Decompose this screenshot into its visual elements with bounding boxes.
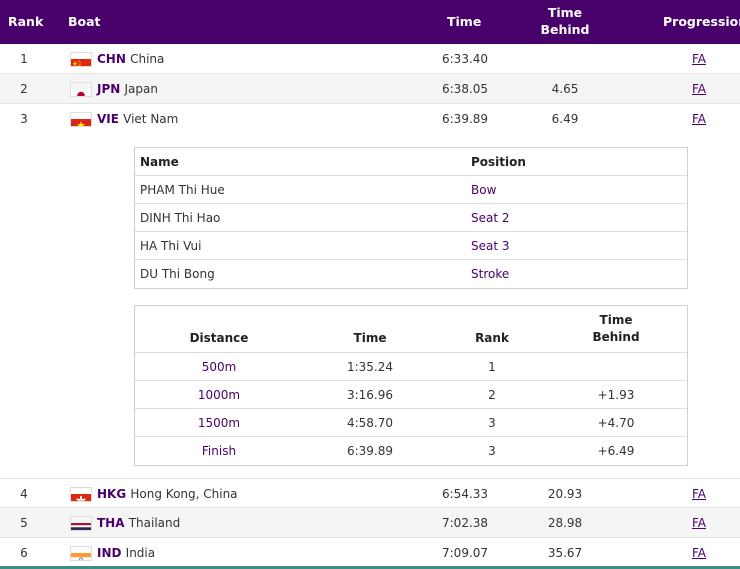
split-time: 3:16.96 xyxy=(346,388,394,402)
splits-header-row: Distance Time Rank Time Behind xyxy=(135,306,687,353)
rank-cell: 3 xyxy=(20,112,28,126)
time-behind-cell: 28.98 xyxy=(547,516,583,530)
hong-kong-flag-icon xyxy=(70,487,92,502)
country-name: Japan xyxy=(124,82,158,96)
result-row-1[interactable]: 1 CHN China 6:33.40 FA xyxy=(0,44,740,74)
time-cell: 6:38.05 xyxy=(442,82,489,96)
time-column-header: Time xyxy=(447,14,482,29)
split-rank: 3 xyxy=(488,416,496,430)
crew-row: DU Thi Bong Stroke xyxy=(135,260,687,288)
crew-member-position: Stroke xyxy=(471,267,510,281)
time-behind-cell: 20.93 xyxy=(547,487,583,501)
japan-flag-icon xyxy=(70,82,92,97)
country-name: Thailand xyxy=(128,516,181,530)
expanded-boat-details: Name Position PHAM Thi Hue Bow DINH Thi … xyxy=(0,133,740,479)
split-behind-header: Time Behind xyxy=(555,312,677,346)
time-behind-header-line1: Time xyxy=(547,5,583,20)
split-behind-header-line1: Time xyxy=(599,313,633,327)
result-row-2[interactable]: 2 JPN Japan 6:38.05 4.65 FA xyxy=(0,74,740,104)
result-row-6[interactable]: 6 IND India 7:09.07 35.67 FA xyxy=(0,538,740,568)
crew-member-name: HA Thi Vui xyxy=(140,239,202,253)
crew-member-position: Seat 2 xyxy=(471,211,510,225)
country-code: CHN China xyxy=(97,52,165,66)
country-name: China xyxy=(130,52,165,66)
split-rank-header: Rank xyxy=(475,331,509,345)
split-behind: +4.70 xyxy=(597,416,635,430)
country-name: Hong Kong, China xyxy=(130,487,238,501)
rank-cell: 5 xyxy=(20,516,28,530)
split-row: 500m 1:35.24 1 xyxy=(135,353,687,381)
china-flag-icon xyxy=(70,52,92,67)
crew-member-position: Bow xyxy=(471,183,497,197)
country-code: HKG Hong Kong, China xyxy=(97,487,238,501)
time-behind-cell: 35.67 xyxy=(547,546,583,560)
split-time-header: Time xyxy=(353,331,387,345)
time-behind-cell: 4.65 xyxy=(551,82,579,96)
crew-member-position: Seat 3 xyxy=(471,239,510,253)
split-rank: 1 xyxy=(488,360,496,374)
country-code: JPN Japan xyxy=(97,82,158,96)
time-cell: 7:02.38 xyxy=(442,516,489,530)
progression-column-header: Progression xyxy=(663,14,740,29)
crew-member-name: PHAM Thi Hue xyxy=(140,183,225,197)
rank-cell: 1 xyxy=(20,52,28,66)
rank-cell: 4 xyxy=(20,487,28,501)
results-table-header: Rank Boat Time Time Behind Progression xyxy=(0,0,740,44)
crew-header-row: Name Position xyxy=(135,148,687,176)
country-code: VIE Viet Nam xyxy=(97,112,179,126)
country-name: India xyxy=(125,546,156,560)
country-code: THA Thailand xyxy=(97,516,181,530)
crew-member-name: DINH Thi Hao xyxy=(140,211,221,225)
split-row: 1500m 4:58.70 3 +4.70 xyxy=(135,409,687,437)
progression-link[interactable]: FA xyxy=(692,538,706,568)
split-row: 1000m 3:16.96 2 +1.93 xyxy=(135,381,687,409)
split-times-table: Distance Time Rank Time Behind 500m 1:35… xyxy=(134,305,688,466)
split-time: 1:35.24 xyxy=(346,360,394,374)
time-behind-header-line2: Behind xyxy=(540,22,590,37)
crew-row: PHAM Thi Hue Bow xyxy=(135,176,687,204)
split-distance: 1000m xyxy=(197,388,241,402)
crew-row: HA Thi Vui Seat 3 xyxy=(135,232,687,260)
split-behind-header-line2: Behind xyxy=(592,330,640,344)
time-cell: 6:39.89 xyxy=(442,112,489,126)
crew-table: Name Position PHAM Thi Hue Bow DINH Thi … xyxy=(134,147,688,289)
crew-row: DINH Thi Hao Seat 2 xyxy=(135,204,687,232)
distance-header: Distance xyxy=(189,331,249,345)
split-row: Finish 6:39.89 3 +6.49 xyxy=(135,437,687,465)
progression-link[interactable]: FA xyxy=(692,104,706,134)
country-code: IND India xyxy=(97,546,156,560)
split-rank: 3 xyxy=(488,444,496,458)
split-behind: +1.93 xyxy=(597,388,635,402)
time-behind-column-header: Time Behind xyxy=(520,4,610,38)
crew-member-name: DU Thi Bong xyxy=(140,267,215,281)
result-row-5[interactable]: 5 THA Thailand 7:02.38 28.98 FA xyxy=(0,508,740,538)
rank-cell: 6 xyxy=(20,546,28,560)
progression-link[interactable]: FA xyxy=(692,74,706,104)
vietnam-flag-icon xyxy=(70,112,92,127)
split-rank: 2 xyxy=(488,388,496,402)
progression-link[interactable]: FA xyxy=(692,44,706,74)
split-distance: Finish xyxy=(201,444,237,458)
result-row-4[interactable]: 4 HKG Hong Kong, China 6:54.33 20.93 FA xyxy=(0,478,740,508)
progression-link[interactable]: FA xyxy=(692,508,706,538)
boat-column-header: Boat xyxy=(68,14,101,29)
thailand-flag-icon xyxy=(70,516,92,531)
time-cell: 7:09.07 xyxy=(442,546,489,560)
time-cell: 6:54.33 xyxy=(442,487,489,501)
crew-name-header: Name xyxy=(140,155,179,169)
time-cell: 6:33.40 xyxy=(442,52,489,66)
split-distance: 1500m xyxy=(197,416,241,430)
rank-column-header: Rank xyxy=(8,14,44,29)
country-name: Viet Nam xyxy=(123,112,179,126)
rank-cell: 2 xyxy=(20,82,28,96)
india-flag-icon xyxy=(70,546,92,561)
split-distance: 500m xyxy=(201,360,237,374)
progression-link[interactable]: FA xyxy=(692,479,706,509)
crew-position-header: Position xyxy=(471,155,526,169)
split-time: 6:39.89 xyxy=(346,444,394,458)
split-behind: +6.49 xyxy=(597,444,635,458)
time-behind-cell: 6.49 xyxy=(551,112,579,126)
result-row-3[interactable]: 3 VIE Viet Nam 6:39.89 6.49 FA xyxy=(0,104,740,134)
split-time: 4:58.70 xyxy=(346,416,394,430)
